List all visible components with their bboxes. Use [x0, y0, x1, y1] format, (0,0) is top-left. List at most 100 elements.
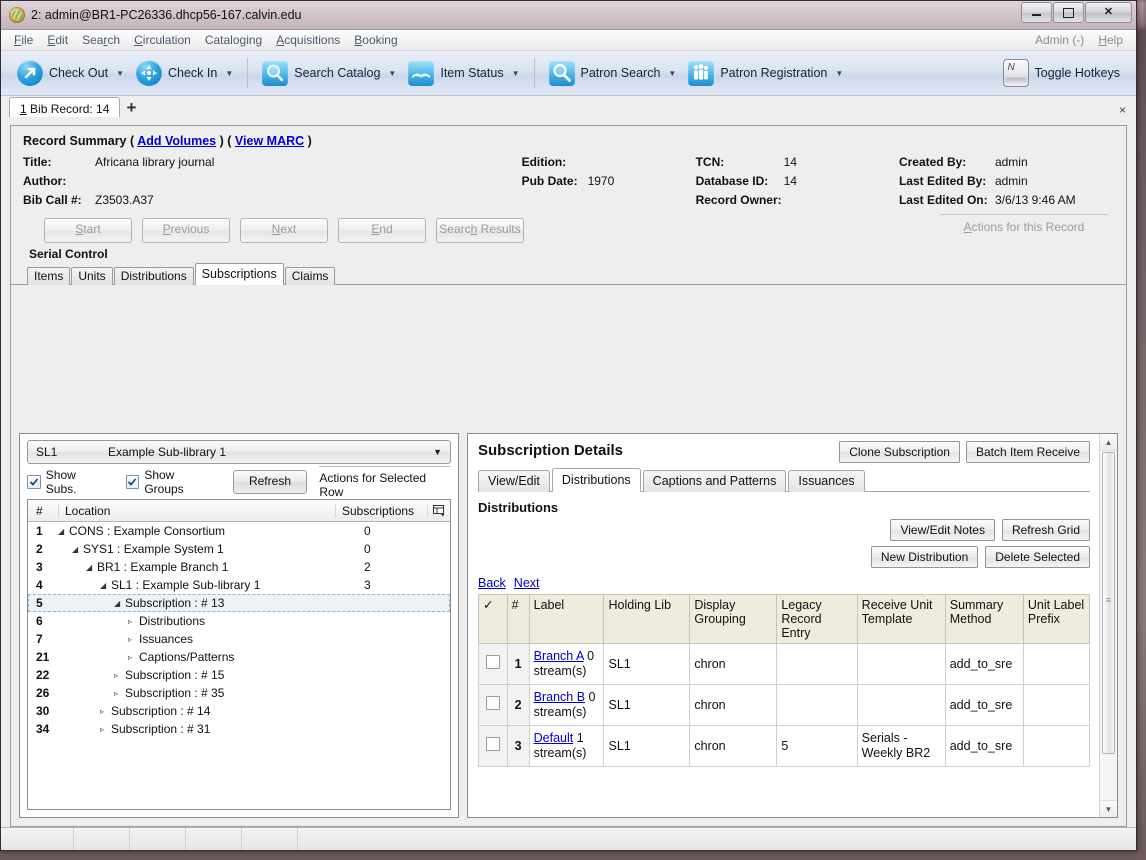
menu-acquisitions[interactable]: Acquisitions [269, 31, 347, 49]
chevron-down-icon[interactable]: ▼ [116, 69, 124, 78]
tab-distributions-detail[interactable]: Distributions [551, 468, 641, 492]
grid-col-header[interactable]: Receive Unit Template [856, 594, 946, 644]
scroll-up-arrow[interactable]: ▲ [1100, 434, 1117, 451]
distribution-label-link[interactable]: Branch A [534, 649, 584, 663]
close-tab-icon[interactable]: × [1119, 103, 1126, 117]
chevron-down-icon[interactable]: ▼ [433, 447, 442, 457]
tree-row[interactable]: 21 ▹ Captions/Patterns [28, 648, 450, 666]
tab-units[interactable]: Units [71, 267, 113, 285]
tree-row[interactable]: 22 ▹ Subscription : # 15 [28, 666, 450, 684]
tab-view-edit[interactable]: View/Edit [478, 470, 550, 492]
chevron-down-icon[interactable]: ▼ [668, 69, 676, 78]
twisty-collapsed-icon[interactable]: ▹ [114, 689, 123, 698]
add-volumes-link[interactable]: Add Volumes [137, 134, 216, 148]
org-unit-selector[interactable]: SL1 Example Sub-library 1 ▼ [27, 440, 451, 464]
twisty-collapsed-icon[interactable]: ▹ [128, 653, 137, 662]
chevron-down-icon[interactable]: ▼ [512, 69, 520, 78]
clone-subscription-button[interactable]: Clone Subscription [839, 441, 960, 463]
col-header-location[interactable]: Location [58, 503, 335, 518]
grid-col-header[interactable]: Legacy Record Entry [776, 594, 858, 644]
twisty-expanded-icon[interactable]: ◢ [100, 581, 109, 590]
menu-search[interactable]: Search [75, 31, 127, 49]
nav-start-button[interactable]: Start [44, 218, 132, 243]
col-header-num[interactable]: # [28, 504, 58, 518]
chevron-down-icon[interactable]: ▼ [835, 69, 843, 78]
twisty-collapsed-icon[interactable]: ▹ [100, 725, 109, 734]
col-header-subscriptions[interactable]: Subscriptions [335, 503, 427, 518]
details-scrollbar[interactable]: ▲ ≡ ▼ [1099, 434, 1117, 817]
back-link[interactable]: Back [478, 576, 506, 590]
view-edit-notes-button[interactable]: View/Edit Notes [890, 519, 995, 541]
tab-issuances[interactable]: Issuances [788, 470, 865, 492]
column-picker-icon[interactable] [427, 504, 450, 517]
tree-row[interactable]: 26 ▹ Subscription : # 35 [28, 684, 450, 702]
scroll-down-arrow[interactable]: ▼ [1100, 800, 1117, 817]
actions-for-selected-row[interactable]: Actions for Selected Row [319, 465, 451, 499]
tab-captions-and-patterns[interactable]: Captions and Patterns [642, 470, 787, 492]
tree-row[interactable]: 30 ▹ Subscription : # 14 [28, 702, 450, 720]
toolbar-toggle-hotkeys-button[interactable]: N Toggle Hotkeys [997, 57, 1126, 89]
toolbar-patron-registration-button[interactable]: Patron Registration ▼ [682, 58, 849, 88]
grid-col-header[interactable]: Unit Label Prefix [1022, 594, 1091, 644]
minimize-button[interactable] [1021, 2, 1052, 23]
table-row[interactable]: 1 Branch A 0 stream(s) SL1 chron add_to_sre [478, 643, 1091, 685]
distribution-label-link[interactable]: Branch B [534, 690, 585, 704]
close-button[interactable]: ✕ [1085, 2, 1132, 23]
grid-col-header[interactable]: # [506, 594, 530, 644]
view-marc-link[interactable]: View MARC [235, 134, 304, 148]
twisty-expanded-icon[interactable]: ◢ [114, 599, 123, 608]
chevron-down-icon[interactable]: ▼ [388, 69, 396, 78]
twisty-expanded-icon[interactable]: ◢ [86, 563, 95, 572]
row-checkbox-cell[interactable] [478, 643, 508, 685]
nav-search-results-button[interactable]: Search Results [436, 218, 524, 243]
nav-end-button[interactable]: End [338, 218, 426, 243]
show-subs-checkbox[interactable]: Show Subs. [27, 468, 109, 496]
tree-row[interactable]: 2 ◢ SYS1 : Example System 1 0 [28, 540, 450, 558]
next-link[interactable]: Next [514, 576, 540, 590]
tab-items[interactable]: Items [27, 267, 71, 285]
tab-subscriptions[interactable]: Subscriptions [194, 263, 284, 285]
menu-cataloging[interactable]: Cataloging [198, 31, 269, 49]
delete-selected-button[interactable]: Delete Selected [985, 546, 1090, 568]
maximize-button[interactable] [1053, 2, 1084, 23]
toolbar-item-status-button[interactable]: Item Status ▼ [402, 58, 525, 88]
tree-row[interactable]: 4 ◢ SL1 : Example Sub-library 1 3 [28, 576, 450, 594]
grid-col-header[interactable]: Display Grouping [689, 594, 778, 644]
menu-circulation[interactable]: Circulation [127, 31, 198, 49]
twisty-collapsed-icon[interactable]: ▹ [128, 617, 137, 626]
twisty-expanded-icon[interactable]: ◢ [58, 527, 67, 536]
row-checkbox[interactable] [485, 655, 500, 669]
row-checkbox-cell[interactable] [478, 725, 508, 767]
grid-col-header[interactable]: Summary Method [944, 594, 1024, 644]
tree-row[interactable]: 7 ▹ Issuances [28, 630, 450, 648]
menu-edit[interactable]: Edit [40, 31, 75, 49]
grid-col-header[interactable]: Holding Lib [603, 594, 691, 644]
new-distribution-button[interactable]: New Distribution [870, 546, 979, 568]
tab-claims[interactable]: Claims [284, 267, 336, 285]
nav-previous-button[interactable]: Previous [142, 218, 230, 243]
menu-help[interactable]: Help [1091, 31, 1130, 49]
grid-col-header[interactable]: ✓ [478, 594, 508, 644]
toolbar-check-in-button[interactable]: Check In ▼ [130, 58, 239, 88]
tree-row[interactable]: 6 ▹ Distributions [28, 612, 450, 630]
row-checkbox[interactable] [485, 737, 500, 751]
toolbar-search-catalog-button[interactable]: Search Catalog ▼ [256, 58, 402, 88]
tree-row[interactable]: 34 ▹ Subscription : # 31 [28, 720, 450, 738]
chevron-down-icon[interactable]: ▼ [225, 69, 233, 78]
batch-item-receive-button[interactable]: Batch Item Receive [965, 441, 1090, 463]
scrollbar-thumb[interactable]: ≡ [1102, 452, 1115, 754]
row-checkbox[interactable] [485, 696, 500, 710]
refresh-button[interactable]: Refresh [232, 470, 308, 494]
twisty-collapsed-icon[interactable]: ▹ [128, 635, 137, 644]
table-row[interactable]: 3 Default 1 stream(s) SL1 chron 5 Serials - W… [478, 725, 1091, 767]
table-row[interactable]: 2 Branch B 0 stream(s) SL1 chron add_to_sre [478, 684, 1091, 726]
toolbar-check-out-button[interactable]: Check Out ▼ [11, 58, 130, 88]
refresh-grid-button[interactable]: Refresh Grid [1001, 519, 1090, 541]
twisty-collapsed-icon[interactable]: ▹ [114, 671, 123, 680]
twisty-collapsed-icon[interactable]: ▹ [100, 707, 109, 716]
distribution-label-link[interactable]: Default [534, 731, 574, 745]
tree-row[interactable]: 1 ◢ CONS : Example Consortium 0 [28, 522, 450, 540]
menu-file[interactable]: File [7, 31, 40, 49]
tab-distributions[interactable]: Distributions [113, 267, 194, 285]
twisty-expanded-icon[interactable]: ◢ [72, 545, 81, 554]
